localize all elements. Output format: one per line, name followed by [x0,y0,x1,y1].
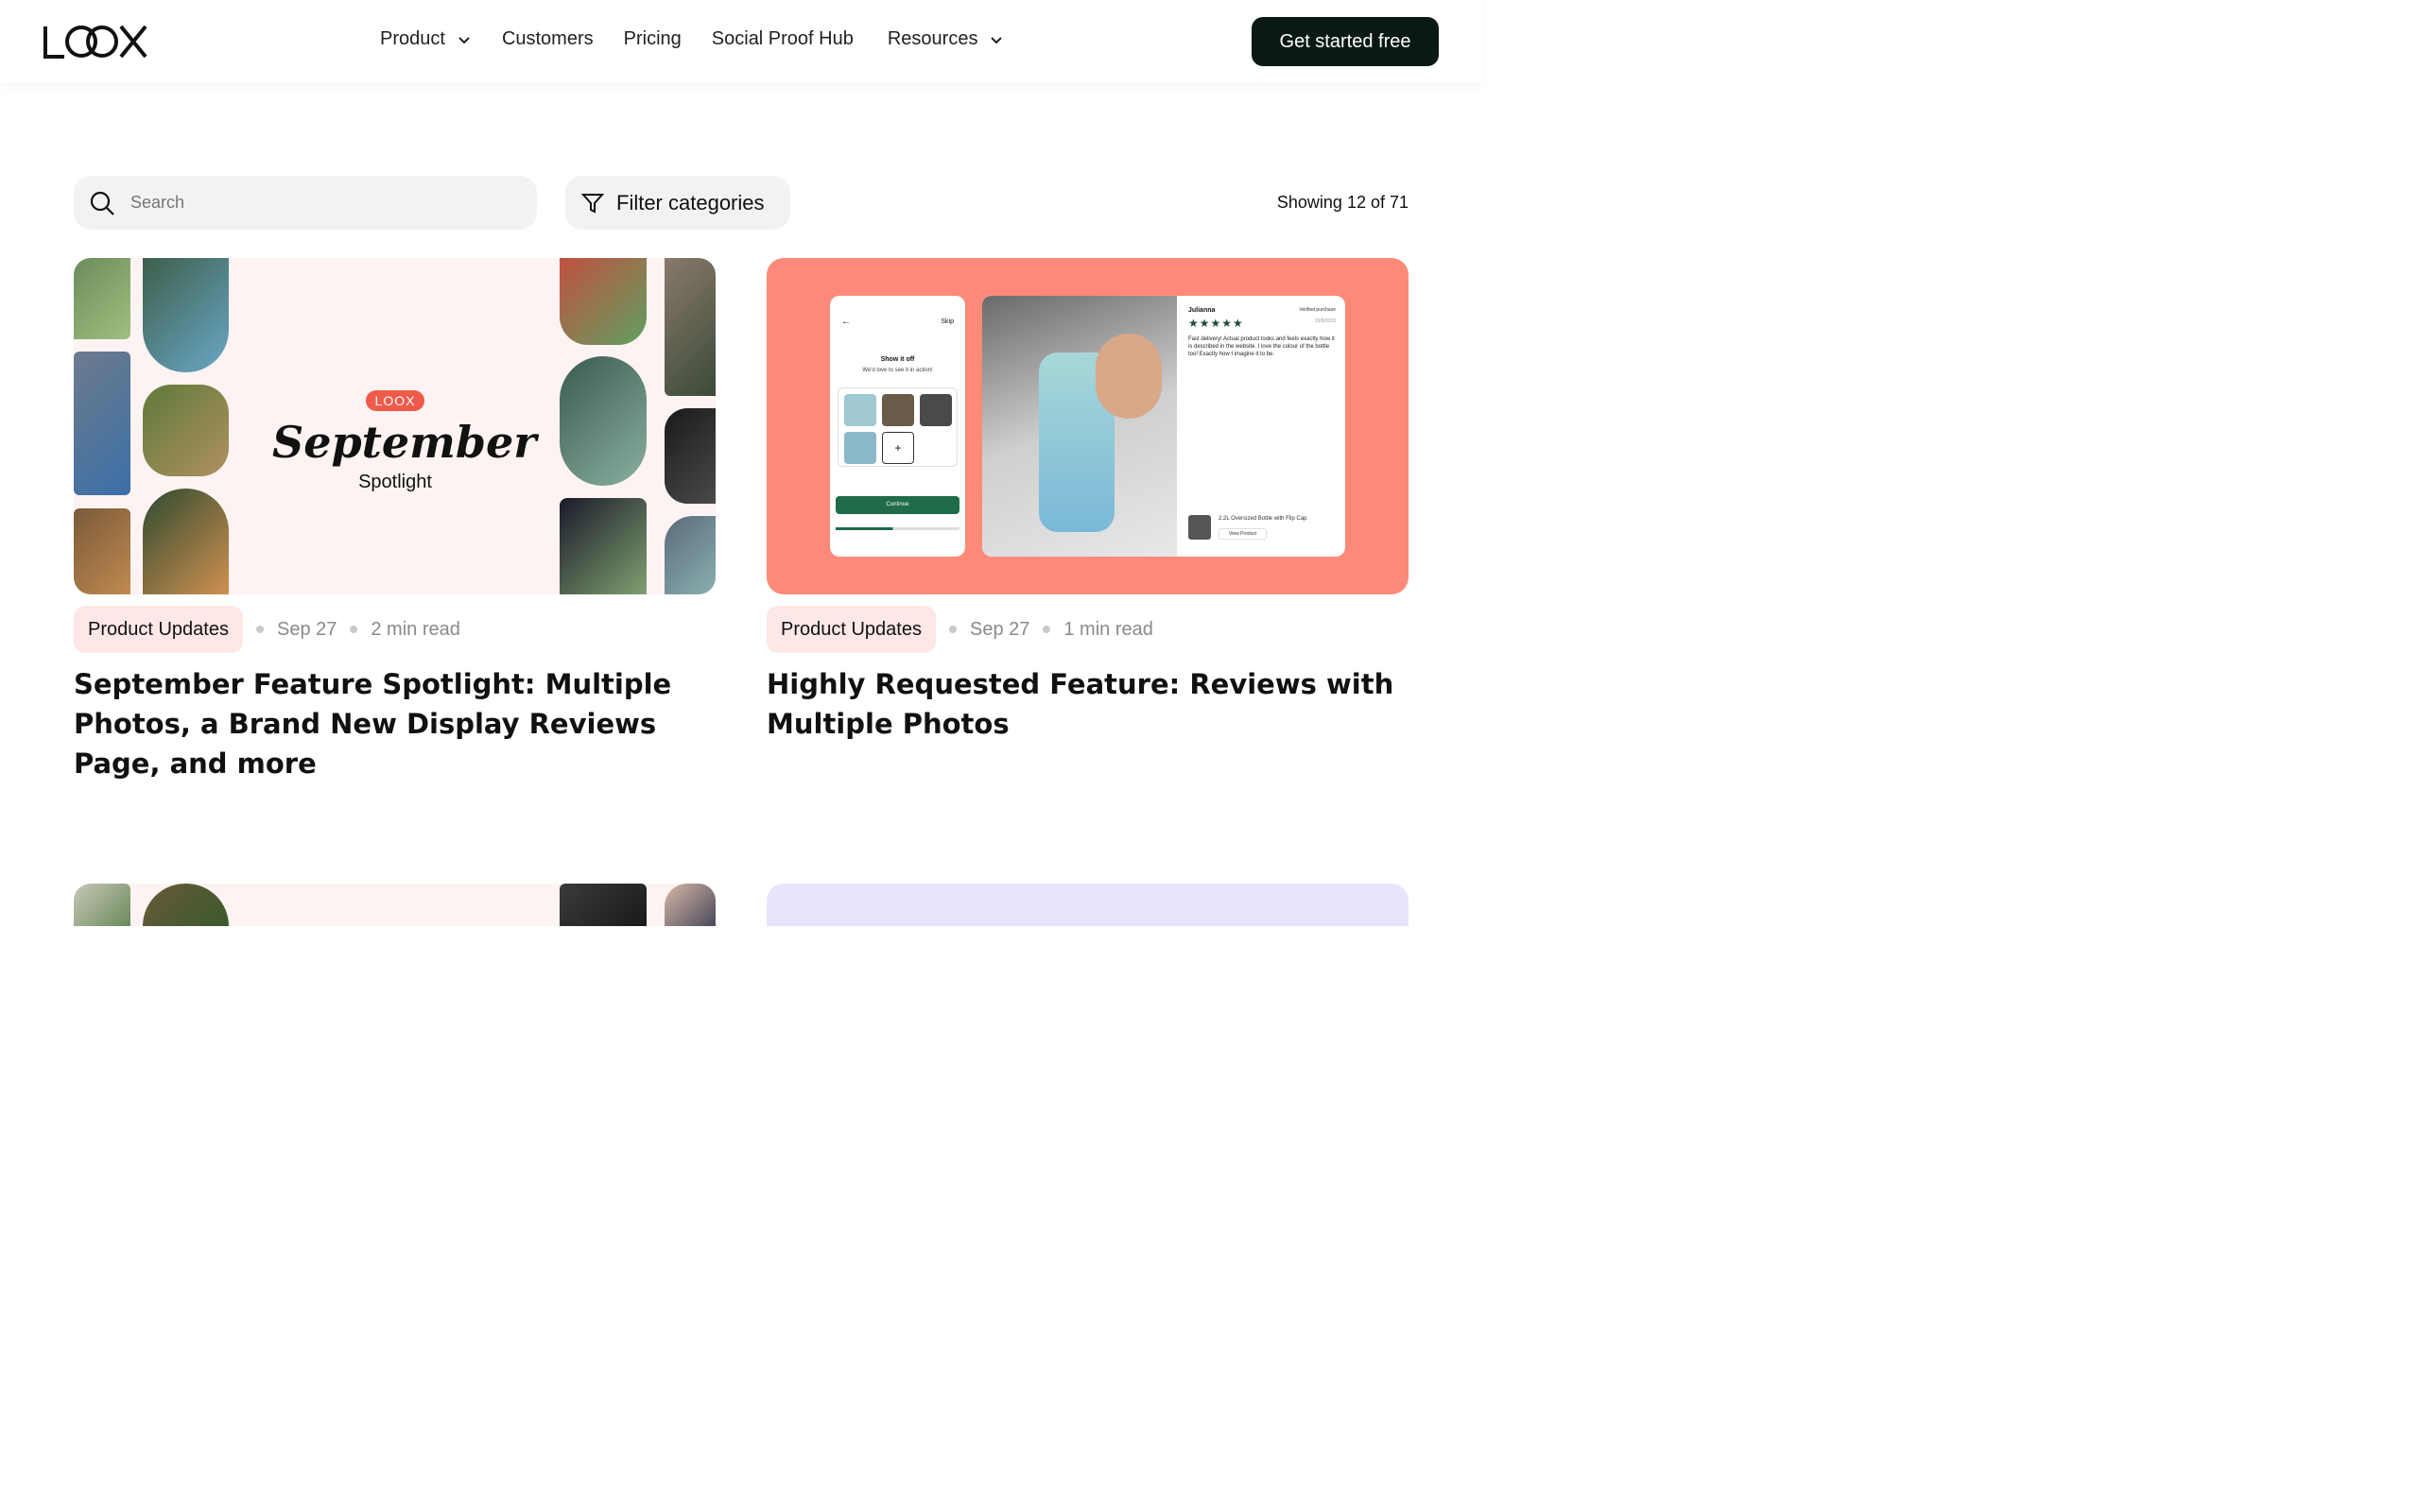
site-header: Product Customers Pricing Social Proof H… [0,0,1482,83]
search-input[interactable] [130,193,490,213]
article-date: Sep 27 [969,618,1030,640]
article-thumbnail[interactable]: ← Skip Show it off We'd love to see it i… [767,258,1409,594]
loox-logo[interactable] [43,25,147,59]
continue-button: Continue [836,496,959,514]
nav-social-proof-hub[interactable]: Social Proof Hub [712,28,854,50]
face-shape [1096,334,1162,419]
nav-product-label: Product [380,28,445,49]
separator-dot [1043,626,1051,633]
photo-thumb [920,394,952,426]
product-thumb [1188,515,1211,540]
review-photo [982,296,1177,557]
upload-screen-mockup: ← Skip Show it off We'd love to see it i… [830,296,965,557]
loox-badge: LOOX [365,390,425,411]
filter-categories-button[interactable]: Filter categories [565,176,790,230]
review-panel-mockup: Julianna Verified purchase ★★★★★ 15/8/20… [982,296,1345,557]
article-thumbnail[interactable] [74,884,716,926]
article-card[interactable]: LOOX September Spotlight Product Updates… [74,258,716,783]
read-time: 2 min read [371,618,460,640]
customer-photo [143,258,229,372]
customer-photo [74,352,130,495]
article-card[interactable]: ← Skip Show it off We'd love to see it i… [767,258,1409,744]
results-count: Showing 12 of 71 [1276,193,1409,212]
view-product-button: View Product [1219,528,1268,540]
customer-photo [560,258,647,345]
customer-photo [143,884,229,926]
separator-dot [948,626,957,633]
get-started-button[interactable]: Get started free [1252,17,1439,66]
chevron-down-icon [458,36,470,43]
chevron-down-icon [991,36,1003,43]
customer-photo [143,489,229,594]
search-icon [90,191,114,215]
nav-product[interactable]: Product [380,28,472,50]
article-card[interactable] [74,884,716,926]
spotlight-subhead: Spotlight [358,472,432,492]
article-title[interactable]: Highly Requested Feature: Reviews with M… [767,664,1409,744]
article-date: Sep 27 [276,618,337,640]
photo-thumb [844,394,876,426]
star-rating: ★★★★★ [1188,317,1244,330]
nav-pricing-label: Pricing [623,28,682,49]
review-date: 15/8/2023 [1314,318,1336,324]
separator-dot [350,626,358,633]
reviewer-name: Julianna [1188,307,1216,314]
nav-resources[interactable]: Resources [888,28,1005,50]
article-meta: Product Updates Sep 27 1 min read [767,606,1409,653]
main-nav: Product Customers Pricing Social Proof H… [380,28,1034,50]
phone-subtitle: We'd love to see it in action! [862,368,933,373]
filter-icon [580,193,605,214]
customer-photo [560,498,647,594]
customer-photo [665,258,716,396]
skip-label: Skip [941,318,954,325]
customer-photo [560,884,647,926]
nav-resources-label: Resources [887,28,978,49]
nav-customers-label: Customers [501,28,594,49]
read-time: 1 min read [1063,618,1153,640]
phone-title: Show it off [880,356,915,363]
category-tag[interactable]: Product Updates [74,606,243,653]
review-text: Fast delivery! Actual product looks and … [1188,336,1335,357]
back-arrow-icon: ← [841,317,851,327]
filter-label: Filter categories [616,190,765,215]
customer-photo [74,258,130,339]
customer-photo [665,516,716,594]
article-meta: Product Updates Sep 27 2 min read [74,606,716,653]
article-thumbnail[interactable] [767,884,1409,926]
spotlight-headline: September [272,417,537,468]
separator-dot [255,626,264,633]
customer-photo [143,385,229,476]
nav-pricing[interactable]: Pricing [624,28,682,50]
category-tag[interactable]: Product Updates [767,606,936,653]
article-card[interactable] [767,884,1409,926]
article-thumbnail[interactable]: LOOX September Spotlight [74,258,716,594]
nav-customers[interactable]: Customers [502,28,594,50]
search-box[interactable] [74,176,537,230]
customer-photo [665,884,716,926]
article-title[interactable]: September Feature Spotlight: Multiple Ph… [74,664,716,783]
photo-thumb [844,432,876,464]
nav-social-proof-hub-label: Social Proof Hub [711,28,854,49]
customer-photo [665,408,716,504]
verified-label: Verified purchase [1299,307,1336,313]
photo-grid: + [838,387,958,467]
product-name: 2.2L Oversized Bottle with Flip Cap [1219,516,1307,522]
customer-photo [74,884,130,926]
spotlight-graphic: LOOX September Spotlight [272,390,537,493]
progress-bar [836,527,959,530]
customer-photo [74,508,130,594]
photo-thumb [882,394,914,426]
add-photo-icon: + [882,432,914,464]
customer-photo [560,356,647,486]
